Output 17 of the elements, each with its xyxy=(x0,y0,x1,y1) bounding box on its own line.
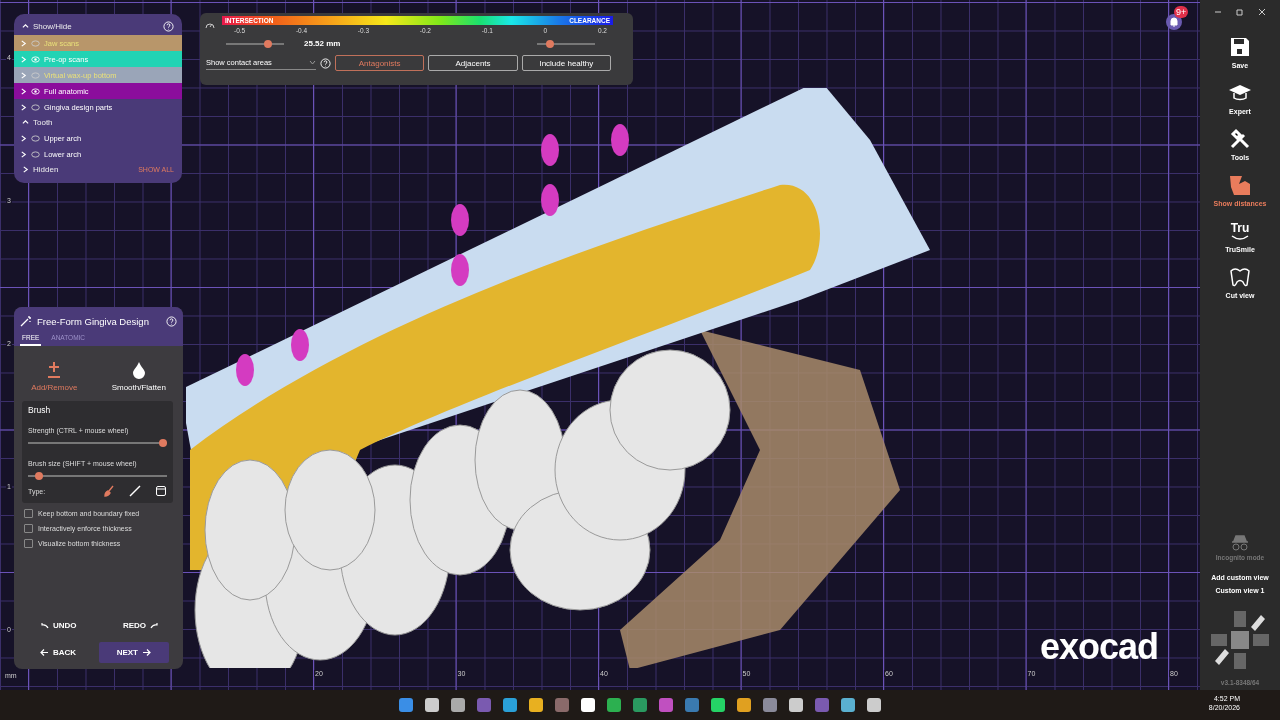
filter-button[interactable]: Adjacents xyxy=(428,55,518,71)
notification-badge: 9+ xyxy=(1174,6,1189,18)
section-title: Show/Hide xyxy=(33,22,72,31)
undo-button[interactable]: UNDO xyxy=(30,615,87,636)
section-title: Hidden xyxy=(33,165,59,174)
next-button[interactable]: NEXT xyxy=(98,642,169,663)
redo-button[interactable]: REDO xyxy=(112,615,169,636)
logo: exocad xyxy=(1040,626,1159,668)
tool-button[interactable]: Smooth/Flatten xyxy=(105,360,172,393)
filter-button[interactable]: Include healthy xyxy=(521,55,611,71)
tool-button[interactable]: Add/Remove xyxy=(25,360,84,393)
distance-value: 25.52 mm xyxy=(304,39,341,48)
brush-title: Brush xyxy=(28,405,52,415)
panel-title: Free-Form Gingiva Design xyxy=(37,315,150,327)
back-button[interactable]: BACK xyxy=(30,642,87,663)
section-title: Tooth xyxy=(33,118,53,127)
filter-button[interactable]: Antagonists xyxy=(335,55,425,71)
